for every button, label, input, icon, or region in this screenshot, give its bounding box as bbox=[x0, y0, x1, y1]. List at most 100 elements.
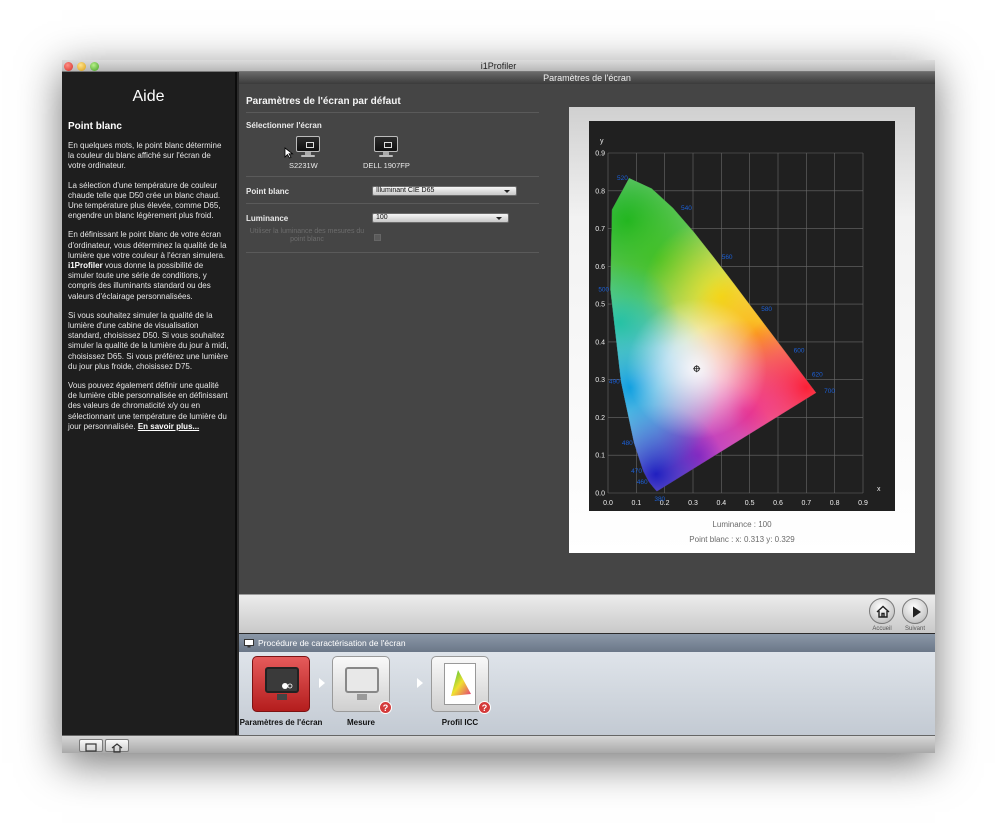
wavelength-label: 620 bbox=[812, 372, 823, 379]
measured-luminance-checkbox[interactable] bbox=[374, 234, 381, 241]
help-title: Aide bbox=[132, 88, 165, 105]
window-title: i1Profiler bbox=[480, 61, 517, 71]
monitor-icon bbox=[244, 639, 254, 648]
wavelength-label: 560 bbox=[722, 254, 733, 261]
mouse-cursor-icon bbox=[284, 147, 294, 159]
wavelength-label: 480 bbox=[622, 440, 633, 447]
step-measure[interactable]: ? bbox=[332, 656, 392, 714]
step-label: Mesure bbox=[346, 718, 375, 727]
luminance-readout: Luminance : 100 bbox=[712, 520, 772, 529]
next-button[interactable] bbox=[902, 598, 928, 624]
wavelength-label: 700 bbox=[824, 388, 835, 395]
luminance-value: 100 bbox=[376, 214, 388, 221]
chromaticity-panel: 0.0 0.1 0.2 0.3 0.4 0.5 0.6 0.7 0.8 0.9 0.0 0.1 0.2 0… bbox=[569, 107, 915, 553]
chevron-down-icon bbox=[496, 217, 502, 220]
y-tick-label: 0.8 bbox=[595, 188, 605, 195]
y-tick-label: 0.3 bbox=[595, 377, 605, 384]
x-tick-label: 0.7 bbox=[801, 500, 811, 507]
wavelength-label: 470 bbox=[631, 468, 642, 475]
y-tick-label: 0.7 bbox=[595, 226, 605, 233]
section-header: Paramètres de l'écran bbox=[239, 72, 935, 84]
x-axis-label: x bbox=[877, 486, 881, 493]
y-axis-label: y bbox=[600, 138, 604, 145]
status-bar bbox=[62, 735, 935, 753]
x-tick-label: 0.9 bbox=[858, 500, 868, 507]
measure-icon bbox=[345, 667, 379, 693]
divider bbox=[246, 176, 539, 177]
divider bbox=[246, 252, 539, 253]
monitor-label: S2231W bbox=[289, 161, 318, 170]
x-tick-label: 0.5 bbox=[745, 500, 755, 507]
chevron-right-icon bbox=[417, 678, 423, 688]
step-icc-profile[interactable]: ? bbox=[431, 656, 491, 714]
y-tick-label: 0.9 bbox=[595, 151, 605, 158]
help-paragraph: Si vous souhaitez simuler la qualité de … bbox=[68, 310, 229, 371]
wavelength-label: 500 bbox=[598, 287, 609, 294]
white-point-value: Illuminant CIE D65 bbox=[376, 187, 435, 194]
brand-name: i1Profiler bbox=[68, 261, 103, 271]
help-paragraph: Vous pouvez également définir une qualit… bbox=[68, 381, 229, 432]
white-point-select[interactable]: Illuminant CIE D65 bbox=[372, 186, 517, 196]
monitor-dell-button[interactable] bbox=[372, 135, 400, 159]
x-tick-label: 0.3 bbox=[688, 500, 698, 507]
x-tick-label: 0.6 bbox=[773, 500, 783, 507]
next-label: Suivant bbox=[904, 626, 925, 632]
procedure-title: Procédure de caractérisation de l'écran bbox=[258, 638, 406, 648]
monitor-icon bbox=[374, 136, 398, 152]
cie-chromaticity-chart: 0.0 0.1 0.2 0.3 0.4 0.5 0.6 0.7 0.8 0.90.00.10.20… bbox=[595, 138, 881, 507]
wavelength-label: 460 bbox=[637, 479, 648, 486]
step-label: Profil ICC bbox=[441, 718, 479, 727]
learn-more-link[interactable]: En savoir plus... bbox=[138, 422, 199, 431]
play-icon bbox=[913, 606, 921, 618]
x-tick-label: 0.1 bbox=[631, 500, 641, 507]
help-paragraph: En définissant le point blanc de votre é… bbox=[68, 230, 229, 301]
home-icon bbox=[876, 605, 890, 618]
y-tick-label: 0.6 bbox=[595, 264, 605, 271]
help-badge-icon: ? bbox=[379, 701, 392, 714]
navigation-bar: Accueil Suivant bbox=[239, 594, 935, 633]
y-tick-label: 0.2 bbox=[595, 415, 605, 422]
wavelength-label: 520 bbox=[617, 175, 628, 182]
luminance-select[interactable]: 100 bbox=[372, 213, 509, 223]
select-screen-label: Sélectionner l'écran bbox=[246, 121, 322, 130]
procedure-header: Procédure de caractérisation de l'écran bbox=[239, 634, 935, 652]
monitor-icon bbox=[296, 136, 320, 152]
step-display-settings[interactable] bbox=[252, 656, 310, 712]
display-settings-icon bbox=[265, 667, 299, 693]
y-tick-label: 0.5 bbox=[595, 302, 605, 309]
home-button[interactable] bbox=[869, 598, 895, 624]
title-bar: i1Profiler bbox=[62, 60, 935, 72]
y-tick-label: 0.1 bbox=[595, 453, 605, 460]
app-window: i1Profiler Aide Point blanc En quelques … bbox=[62, 60, 935, 753]
white-point-readout: Point blanc : x: 0.313 y: 0.329 bbox=[689, 535, 795, 544]
main-panel: Paramètres de l'écran par défaut Sélecti… bbox=[239, 84, 935, 594]
y-tick-label: 0.0 bbox=[595, 491, 605, 498]
procedure-steps: Paramètres de l'écran ? Mesure ? Profil … bbox=[239, 652, 935, 735]
fullscreen-icon bbox=[85, 743, 97, 752]
help-paragraph: En quelques mots, le point blanc détermi… bbox=[68, 141, 222, 171]
wavelength-label: 380 bbox=[654, 496, 665, 503]
help-text: En définissant le point blanc de votre é… bbox=[68, 230, 227, 260]
home-icon bbox=[111, 743, 123, 753]
home-small-button[interactable] bbox=[105, 739, 129, 753]
monitor-label: DELL 1907FP bbox=[363, 161, 410, 170]
icc-profile-icon bbox=[444, 663, 476, 705]
luminance-label: Luminance bbox=[246, 214, 289, 223]
help-paragraph: La sélection d'une température de couleu… bbox=[68, 180, 221, 221]
help-subtitle: Point blanc bbox=[68, 121, 122, 132]
wavelength-label: 600 bbox=[794, 347, 805, 354]
home-label: Accueil bbox=[872, 626, 892, 632]
white-point-label: Point blanc bbox=[246, 187, 290, 196]
divider bbox=[246, 203, 539, 204]
wavelength-label: 540 bbox=[681, 205, 692, 212]
chevron-down-icon bbox=[504, 190, 510, 193]
divider bbox=[246, 112, 539, 113]
y-tick-label: 0.4 bbox=[595, 339, 605, 346]
fullscreen-button[interactable] bbox=[79, 739, 103, 752]
wavelength-label: 580 bbox=[761, 306, 772, 313]
monitor-s2231w-button[interactable] bbox=[294, 135, 322, 159]
chevron-right-icon bbox=[319, 678, 325, 688]
measured-luminance-label: Utiliser la luminance des mesures du poi… bbox=[249, 228, 365, 243]
x-tick-label: 0.0 bbox=[603, 500, 613, 507]
help-panel: Aide Point blanc En quelques mots, le po… bbox=[62, 72, 237, 735]
